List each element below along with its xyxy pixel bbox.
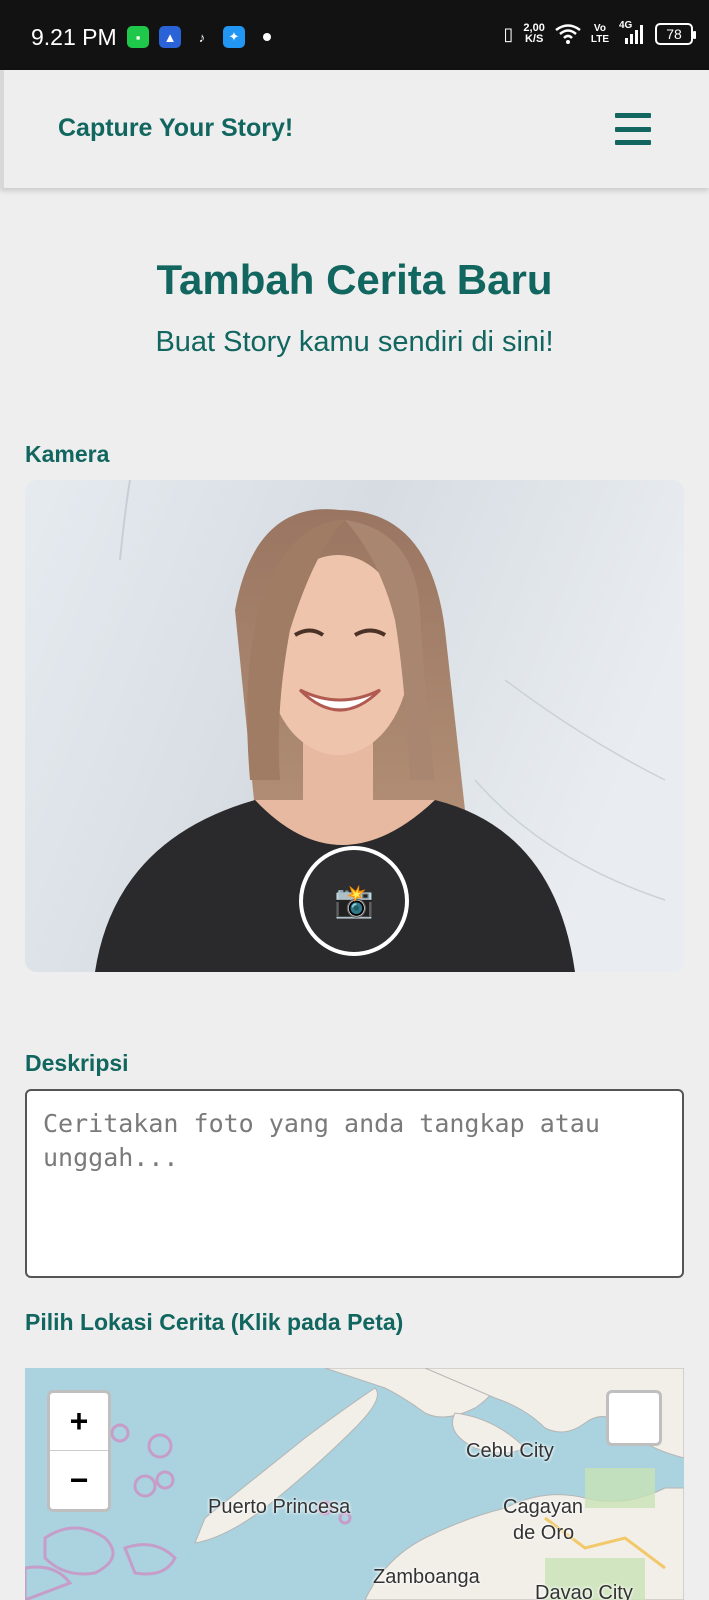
hamburger-line	[615, 140, 651, 145]
signal-icon: 4G	[619, 20, 645, 46]
page-subtitle: Buat Story kamu sendiri di sini!	[155, 326, 554, 358]
location-map[interactable]: Cebu City Puerto Princesa Cagayan de Oro…	[25, 1368, 684, 1600]
volte-bottom: LTE	[590, 34, 609, 45]
volte-top: Vo	[593, 23, 606, 34]
notification-icons: ▪ ▲ ♪ ✦	[127, 26, 271, 48]
zoom-out-button[interactable]: −	[50, 1451, 108, 1509]
wifi-icon	[555, 24, 581, 44]
brand-title[interactable]: Capture Your Story!	[58, 114, 293, 143]
hamburger-menu-icon[interactable]	[615, 111, 651, 147]
city-label: Puerto Princesa	[208, 1496, 351, 1518]
city-label: Zamboanga	[373, 1566, 480, 1588]
app-header: Capture Your Story!	[0, 70, 709, 188]
tiktok-icon: ♪	[191, 26, 213, 48]
net-speed-unit: K/S	[524, 33, 544, 45]
status-bar: 9.21 PM ▪ ▲ ♪ ✦ ▯ 2,00 K/S Vo LTE 4G 78	[0, 0, 709, 70]
battery-level: 78	[666, 26, 682, 42]
city-label: Cagayan	[503, 1496, 584, 1518]
capture-photo-button[interactable]: 📸	[299, 846, 409, 956]
battery-icon: 78	[655, 23, 696, 45]
hamburger-line	[615, 126, 651, 132]
map-tiles	[25, 1368, 684, 1600]
vibrate-icon: ▯	[503, 23, 514, 44]
zoom-in-button[interactable]: +	[50, 1393, 108, 1451]
page-title: Tambah Cerita Baru	[156, 256, 553, 303]
city-label: Davao City	[535, 1582, 633, 1600]
city-label: Cebu City	[466, 1440, 554, 1462]
camera-flash-icon: 📸	[334, 883, 374, 919]
more-notifications-dot	[263, 33, 271, 41]
hamburger-line	[615, 113, 651, 118]
map-zoom-control: + −	[47, 1390, 111, 1512]
network-speed: 2,00 K/S	[523, 23, 544, 45]
system-status: ▯ 2,00 K/S Vo LTE 4G 78	[503, 20, 696, 46]
camera-label: Kamera	[25, 441, 110, 467]
location-label: Pilih Lokasi Cerita (Klik pada Peta)	[25, 1309, 404, 1335]
map-layer-button[interactable]	[606, 1390, 662, 1446]
city-label: de Oro	[513, 1522, 575, 1544]
messages-icon: ▪	[127, 26, 149, 48]
description-textarea[interactable]	[25, 1089, 684, 1278]
drive-icon: ▲	[159, 26, 181, 48]
status-time: 9.21 PM	[31, 24, 117, 50]
volte-indicator: Vo LTE	[591, 23, 609, 45]
bird-app-icon: ✦	[223, 26, 245, 48]
description-label: Deskripsi	[25, 1050, 129, 1076]
